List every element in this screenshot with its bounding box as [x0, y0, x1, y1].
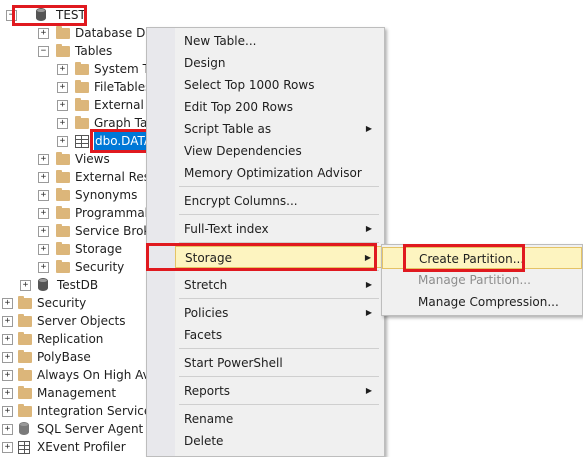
expand-icon[interactable]: + [20, 280, 31, 291]
expand-icon[interactable]: + [38, 244, 49, 255]
folder-icon [18, 350, 32, 363]
folder-icon [56, 260, 70, 273]
expand-icon[interactable]: + [38, 154, 49, 165]
expand-icon[interactable]: + [2, 352, 13, 363]
folder-icon [18, 332, 32, 345]
menu-separator [179, 214, 379, 215]
expand-icon[interactable]: + [38, 262, 49, 273]
profiler-icon [18, 441, 30, 454]
database-icon [38, 278, 48, 291]
submenu-arrow-icon: ▶ [365, 224, 372, 233]
expand-icon[interactable]: + [57, 100, 68, 111]
folder-icon [18, 404, 32, 417]
folder-icon [56, 152, 70, 165]
submenu-arrow-icon: ▶ [365, 386, 372, 395]
expand-icon[interactable]: + [38, 190, 49, 201]
expand-icon[interactable]: + [2, 370, 13, 381]
menu-item-stretch[interactable]: Stretch ▶ [175, 274, 384, 296]
folder-icon [75, 98, 89, 111]
expand-icon[interactable]: + [38, 226, 49, 237]
highlight-create-partition-box [403, 244, 525, 272]
expand-icon[interactable]: + [38, 28, 49, 39]
menu-separator [179, 376, 379, 377]
expand-icon[interactable]: + [38, 208, 49, 219]
submenu-arrow-icon: ▶ [365, 280, 372, 289]
submenu-arrow-icon: ▶ [365, 308, 372, 317]
expand-icon[interactable]: + [2, 424, 13, 435]
folder-icon [18, 368, 32, 381]
folder-icon [75, 62, 89, 75]
menu-item-full-text-index[interactable]: Full-Text index ▶ [175, 218, 384, 240]
expand-icon[interactable]: + [2, 334, 13, 345]
menu-item-new-table[interactable]: New Table... [175, 30, 384, 52]
folder-icon [56, 170, 70, 183]
menu-item-view-dependencies[interactable]: View Dependencies [175, 140, 384, 162]
submenu-item-manage-compression[interactable]: Manage Compression... [382, 291, 582, 313]
menu-item-reports[interactable]: Reports ▶ [175, 380, 384, 402]
submenu-item-manage-partition: Manage Partition... [418, 273, 531, 287]
folder-icon [56, 242, 70, 255]
expand-icon[interactable]: + [57, 64, 68, 75]
menu-item-script-table-as[interactable]: Script Table as ▶ [175, 118, 384, 140]
expand-icon[interactable]: + [2, 406, 13, 417]
folder-icon [18, 386, 32, 399]
expand-icon[interactable]: + [2, 442, 13, 453]
folder-icon [56, 224, 70, 237]
folder-icon [56, 206, 70, 219]
highlight-storage-box [146, 243, 377, 271]
folder-icon [18, 296, 32, 309]
folder-icon [18, 314, 32, 327]
menu-item-start-powershell[interactable]: Start PowerShell [175, 352, 384, 374]
menu-item-encrypt-columns[interactable]: Encrypt Columns... [175, 190, 384, 212]
menu-item-policies[interactable]: Policies ▶ [175, 302, 384, 324]
menu-separator [179, 404, 379, 405]
expand-icon[interactable]: + [57, 136, 68, 147]
folder-icon [75, 116, 89, 129]
menu-item-design[interactable]: Design [175, 52, 384, 74]
menu-separator [179, 348, 379, 349]
context-menu: New Table... Design Select Top 1000 Rows… [146, 27, 385, 457]
menu-gutter [147, 28, 175, 456]
table-icon [75, 135, 89, 148]
menu-item-memory-optimization[interactable]: Memory Optimization Advisor [175, 162, 384, 184]
submenu-arrow-icon: ▶ [365, 124, 372, 133]
expand-icon[interactable]: + [2, 388, 13, 399]
folder-icon [56, 26, 70, 39]
folder-icon [56, 44, 70, 57]
highlight-test-box [12, 5, 87, 26]
menu-item-select-top[interactable]: Select Top 1000 Rows [175, 74, 384, 96]
folder-icon [56, 188, 70, 201]
expand-icon[interactable]: + [57, 82, 68, 93]
agent-icon [19, 422, 29, 435]
menu-item-facets[interactable]: Facets [175, 324, 384, 346]
expand-icon[interactable]: + [2, 316, 13, 327]
menu-item-delete[interactable]: Delete [175, 430, 384, 452]
menu-item-rename[interactable]: Rename [175, 408, 384, 430]
expand-icon[interactable]: + [38, 172, 49, 183]
expand-icon[interactable]: + [2, 298, 13, 309]
menu-separator [179, 186, 379, 187]
collapse-icon[interactable]: − [38, 46, 49, 57]
menu-item-edit-top[interactable]: Edit Top 200 Rows [175, 96, 384, 118]
expand-icon[interactable]: + [57, 118, 68, 129]
menu-separator [179, 298, 379, 299]
folder-icon [75, 80, 89, 93]
